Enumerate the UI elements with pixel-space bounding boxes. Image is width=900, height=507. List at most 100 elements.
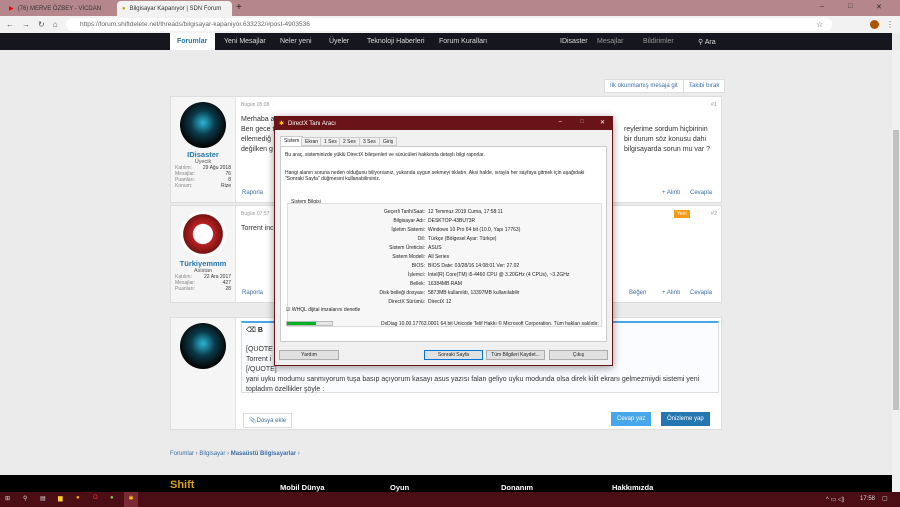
close-window-button[interactable]: ✕ bbox=[876, 3, 882, 11]
star-icon[interactable]: ☆ bbox=[816, 20, 823, 29]
forward-icon[interactable]: → bbox=[22, 20, 30, 29]
dxdiag-dialog: ✱ DirectX Tanı Aracı – □ ✕ Sistem Ekran 1… bbox=[274, 116, 613, 366]
notification-icon[interactable]: ▢ bbox=[882, 495, 888, 502]
home-icon[interactable]: ⌂ bbox=[53, 20, 58, 29]
whql-checkbox[interactable]: ☑ WHQL dijital imzalarını denetle bbox=[286, 307, 360, 314]
tray-icons[interactable]: ^ ▭ ◁) bbox=[826, 496, 844, 503]
report-link[interactable]: Raporla bbox=[242, 290, 263, 296]
report-link[interactable]: Raporla bbox=[242, 190, 263, 196]
quote-link[interactable]: + Alıntı bbox=[662, 190, 681, 196]
system-info-row: Dil: Türkçe (Bölgesel Ayar: Türkçe) bbox=[417, 236, 497, 242]
minimize-button[interactable]: – bbox=[820, 3, 824, 10]
dxdiag-taskbar-icon[interactable]: ✱ bbox=[124, 492, 138, 507]
nav-neler-yeni[interactable]: Neler yeni bbox=[280, 38, 312, 45]
footer-col: Donanım bbox=[501, 483, 534, 492]
nav-forumlar[interactable]: Forumlar bbox=[177, 38, 207, 45]
search-icon: ⚲ bbox=[698, 39, 705, 46]
start-icon[interactable]: ⊞ bbox=[5, 495, 10, 502]
attach-file-button[interactable]: 📎Dosya ekle bbox=[243, 413, 293, 428]
unwatch-button[interactable]: Takibi bırak bbox=[683, 79, 726, 93]
breadcrumb-item[interactable]: Forumlar bbox=[170, 451, 194, 457]
breadcrumb-item[interactable]: Masaüstü Bilgisayarlar bbox=[231, 451, 296, 457]
browser-tab-youtube[interactable]: ▶ (76) MERVE ÖZBEY - VİCDAN bbox=[4, 1, 119, 16]
browser-tab-forum[interactable]: ● Bilgisayar Kapanıyor | SDN Forum bbox=[117, 1, 232, 16]
system-info-row: Sistem Modeli: All Series bbox=[392, 254, 450, 260]
nav-uyeler[interactable]: Üyeler bbox=[329, 38, 349, 45]
reload-icon[interactable]: ↻ bbox=[38, 20, 45, 29]
post-date[interactable]: Bugün 05:08 bbox=[241, 102, 269, 108]
editor-line: [/QUOTE] bbox=[246, 366, 277, 373]
submit-reply-button[interactable]: Cevap yaz bbox=[611, 412, 652, 426]
system-info-row: Bellek: 16384MB RAM bbox=[409, 281, 462, 287]
tab-ekran[interactable]: Ekran bbox=[301, 137, 323, 146]
opera-icon[interactable]: O bbox=[93, 495, 98, 501]
unread-button[interactable]: İlk okunmamış mesaja git bbox=[604, 79, 684, 93]
reply-link[interactable]: Cevapla bbox=[690, 290, 712, 296]
tab-ses-1[interactable]: 1 Ses bbox=[320, 137, 341, 146]
system-info-row: DirectX Sürümü: DirectX 12 bbox=[388, 299, 452, 305]
clock[interactable]: 17:58 bbox=[860, 496, 875, 502]
dialog-maximize[interactable]: □ bbox=[580, 119, 584, 125]
post-number[interactable]: #2 bbox=[711, 211, 717, 217]
nav-alerts[interactable]: Bildirimler bbox=[643, 38, 674, 45]
intro-text: Bu araç, sisteminizde yüklü DirectX bile… bbox=[285, 152, 485, 158]
footer-logo[interactable]: Shift bbox=[170, 479, 194, 491]
back-icon[interactable]: ← bbox=[6, 20, 14, 29]
system-info-row: Bilgisayar Adı: DESKTOP-43BU73R bbox=[393, 218, 476, 224]
system-info-row: İşlemci: Intel(R) Core(TM) i5-4460 CPU @ … bbox=[408, 272, 570, 278]
nav-search[interactable]: ⚲ Ara bbox=[698, 38, 716, 46]
post-number[interactable]: #1 bbox=[711, 102, 717, 108]
nav-forum-kurallari[interactable]: Forum Kuralları bbox=[439, 38, 487, 45]
next-page-button[interactable]: Sonraki Sayfa bbox=[424, 350, 483, 360]
new-tab-button[interactable]: + bbox=[236, 2, 242, 13]
nav-yeni-mesajlar[interactable]: Yeni Mesajlar bbox=[224, 38, 266, 45]
avatar bbox=[180, 323, 226, 369]
profile-avatar[interactable] bbox=[870, 20, 879, 29]
reply-link[interactable]: Cevapla bbox=[690, 190, 712, 196]
tab-ses-3[interactable]: 3 Ses bbox=[359, 137, 380, 146]
explorer-icon[interactable]: ▆ bbox=[58, 495, 63, 502]
system-info-row: BIOS: BIOS Date: 03/28/16 14:08:01 Ver: 2… bbox=[411, 263, 520, 269]
like-link[interactable]: Beğen bbox=[629, 290, 646, 296]
editor-line: yani uyku modumu sanmıyorum tuşa basıp a… bbox=[246, 376, 700, 383]
username[interactable]: IDisaster bbox=[171, 150, 235, 159]
menu-icon[interactable]: ⋮ bbox=[886, 20, 894, 29]
maximize-button[interactable]: □ bbox=[848, 3, 852, 10]
exit-button[interactable]: Çıkış bbox=[549, 350, 608, 360]
system-info-row: Sistem Üreticisi: ASUS bbox=[389, 245, 442, 251]
avatar[interactable] bbox=[180, 211, 226, 257]
search-icon[interactable]: ⚲ bbox=[23, 495, 27, 502]
scrollbar[interactable] bbox=[892, 50, 900, 492]
forum-nav: Forumlar Yeni Mesajlar Neler yeni Üyeler… bbox=[0, 33, 892, 50]
tab-ses-2[interactable]: 2 Ses bbox=[339, 137, 360, 146]
username[interactable]: Türkiyemmm bbox=[171, 259, 235, 268]
dialog-minimize[interactable]: – bbox=[559, 119, 562, 125]
nav-teknoloji-haberleri[interactable]: Teknoloji Haberleri bbox=[367, 38, 425, 45]
footer: Shift Mobil Dünya Oyun Donanım Hakkımızd… bbox=[0, 475, 892, 492]
save-all-button[interactable]: Tüm Bilgileri Kaydet... bbox=[486, 350, 545, 360]
avatar[interactable] bbox=[180, 102, 226, 148]
nav-messages[interactable]: Mesajlar bbox=[597, 38, 623, 45]
nav-user[interactable]: IDisaster bbox=[560, 38, 588, 45]
post-text-right: reylerime sordum hiçbirinin bir durum söz… bbox=[624, 126, 710, 153]
dialog-close[interactable]: ✕ bbox=[600, 119, 605, 126]
app-icon[interactable]: ● bbox=[110, 495, 114, 501]
stat-row: Puanları: 28 bbox=[175, 286, 231, 292]
new-badge: Yeni bbox=[674, 210, 690, 218]
url-input[interactable]: https://forum.shiftdelete.net/threads/bi… bbox=[66, 18, 832, 31]
editor-line: topladım özellikler şöyle : bbox=[246, 386, 325, 393]
chrome-icon[interactable]: ● bbox=[76, 495, 80, 501]
eraser-icon[interactable]: ⌫ B bbox=[246, 326, 263, 334]
tab-giris[interactable]: Giriş bbox=[379, 137, 398, 146]
task-view-icon[interactable]: ▤ bbox=[40, 495, 46, 502]
user-info: IDisaster Üyecik Katılım: 29 Ağu 2018 Mes… bbox=[171, 97, 236, 202]
help-button[interactable]: Yardım bbox=[279, 350, 339, 360]
tab-panel: Bu araç, sisteminizde yüklü DirectX bile… bbox=[280, 146, 607, 342]
preview-button[interactable]: Önizleme yap bbox=[661, 412, 710, 426]
dialog-titlebar[interactable]: ✱ DirectX Tanı Aracı – □ ✕ bbox=[275, 117, 612, 130]
post-date[interactable]: Bugün 07:57 bbox=[241, 211, 269, 217]
breadcrumb-item[interactable]: Bilgisayar bbox=[199, 451, 225, 457]
quote-link[interactable]: + Alıntı bbox=[662, 290, 681, 296]
browser-tab-bar: ▶ (76) MERVE ÖZBEY - VİCDAN ● Bilgisayar K… bbox=[0, 0, 900, 16]
tab-sistem[interactable]: Sistem bbox=[280, 136, 304, 146]
